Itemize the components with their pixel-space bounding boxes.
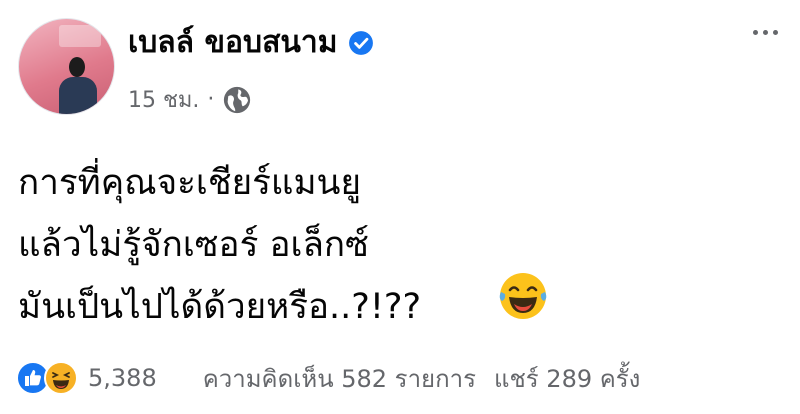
post-text-line: แล้วไม่รู้จักเซอร์ อเล็กซ์ — [18, 225, 369, 265]
reaction-count: 5,388 — [88, 364, 157, 392]
author-name[interactable]: เบลล์ ขอบสนาม — [128, 24, 338, 62]
haha-reaction-icon — [44, 361, 78, 395]
avatar-person-body — [59, 77, 97, 114]
post-timestamp[interactable]: 15 ชม. — [128, 82, 199, 117]
author-row: เบลล์ ขอบสนาม — [128, 24, 374, 62]
shares-count-link[interactable]: แชร์ 289 ครั้ง — [494, 359, 640, 398]
post-footer: 5,388 ความคิดเห็น 582 รายการ แชร์ 289 คร… — [16, 358, 796, 398]
verified-badge-icon — [348, 31, 373, 55]
comments-count-link[interactable]: ความคิดเห็น 582 รายการ — [203, 359, 476, 398]
laughing-tears-emoji — [499, 273, 547, 319]
avatar-person-head — [69, 57, 85, 77]
profile-avatar[interactable] — [18, 18, 115, 115]
more-options-button[interactable] — [753, 30, 778, 35]
more-dot-icon — [753, 30, 758, 35]
avatar-background-sign — [59, 25, 101, 47]
post-text-line: มันเป็นไปได้ด้วยหรือ..?!?? — [18, 287, 422, 327]
post-meta: 15 ชม. · — [128, 82, 252, 117]
globe-icon[interactable] — [222, 85, 252, 115]
post-body-text: การที่คุณจะเชียร์แมนยู แล้วไม่รู้จักเซอร… — [18, 152, 738, 338]
meta-separator: · — [207, 87, 215, 112]
post-text-line: การที่คุณจะเชียร์แมนยู — [18, 163, 361, 203]
more-dot-icon — [773, 30, 778, 35]
more-dot-icon — [763, 30, 768, 35]
reactions-summary[interactable]: 5,388 — [16, 361, 157, 395]
